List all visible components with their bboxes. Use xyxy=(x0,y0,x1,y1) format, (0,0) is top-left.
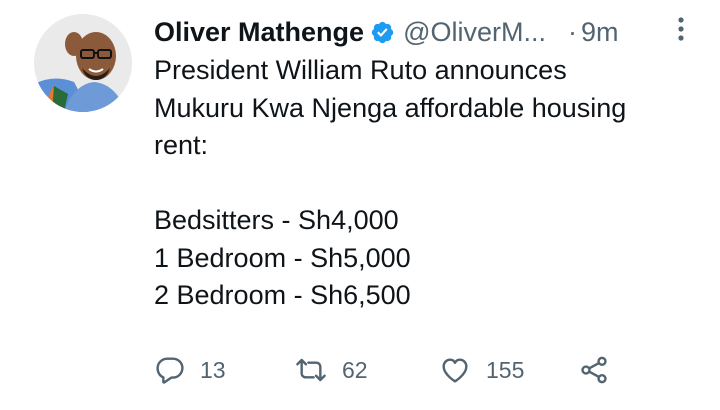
retweet-count: 62 xyxy=(342,356,368,383)
like-count: 155 xyxy=(486,356,525,383)
share-button[interactable] xyxy=(578,350,610,390)
heart-icon xyxy=(438,354,472,386)
avatar[interactable] xyxy=(34,14,132,112)
tweet-text-line: Mukuru Kwa Njenga affordable housing xyxy=(154,92,627,123)
tweet-timestamp[interactable]: 9m xyxy=(581,17,619,48)
tweet-text: President William Ruto announces Mukuru … xyxy=(154,52,714,315)
author-handle[interactable]: @OliverM... xyxy=(403,17,546,48)
tweet-text-line: Bedsitters - Sh4,000 xyxy=(154,205,399,235)
author-name[interactable]: Oliver Mathenge xyxy=(154,17,364,48)
more-options-icon[interactable] xyxy=(674,14,688,44)
reply-count: 13 xyxy=(200,356,226,383)
retweet-button[interactable]: 62 xyxy=(294,350,368,390)
time-separator: · xyxy=(567,16,577,47)
share-icon xyxy=(578,354,610,386)
tweet-text-line: 2 Bedroom - Sh6,500 xyxy=(154,280,411,310)
verified-badge-icon xyxy=(370,20,395,45)
tweet-text-line: President William Ruto announces xyxy=(154,55,567,85)
like-button[interactable]: 155 xyxy=(438,350,524,390)
tweet-card[interactable]: Oliver Mathenge @OliverM... · 9m Preside… xyxy=(0,0,720,410)
reply-icon xyxy=(154,354,186,386)
tweet-text-line xyxy=(154,165,714,203)
reply-button[interactable]: 13 xyxy=(154,350,226,390)
tweet-text-line: rent: xyxy=(154,130,209,160)
retweet-icon xyxy=(294,354,328,386)
tweet-header: Oliver Mathenge @OliverM... · 9m xyxy=(154,14,694,50)
tweet-text-line: 1 Bedroom - Sh5,000 xyxy=(154,242,411,273)
tweet-actions: 13 62 155 xyxy=(154,350,694,390)
